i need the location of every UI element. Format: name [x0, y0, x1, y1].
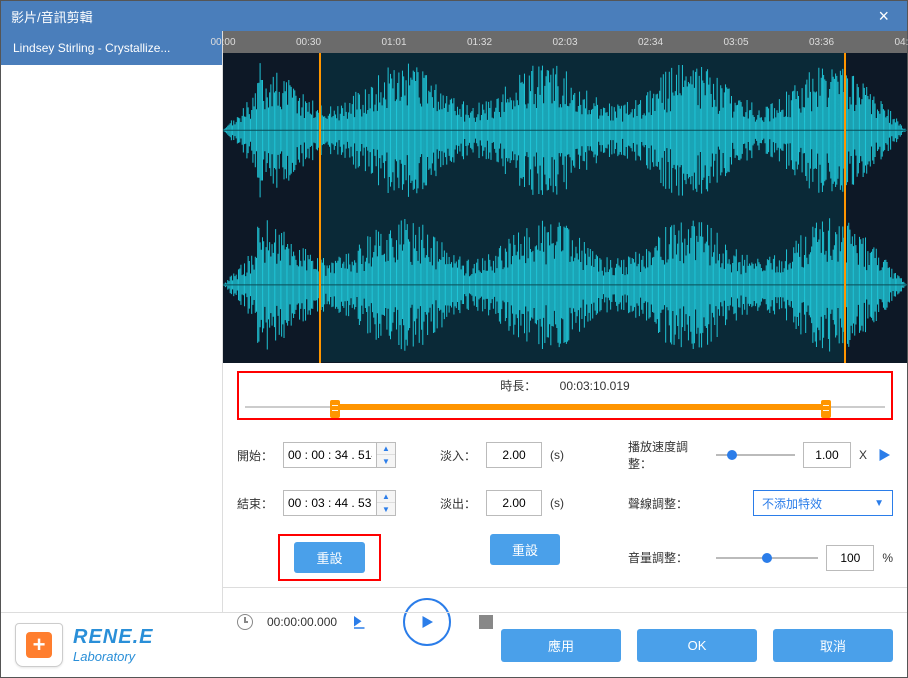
ruler-tick: 04:07: [894, 37, 908, 48]
start-time-spinner[interactable]: ▲▼: [283, 442, 396, 468]
start-time-input[interactable]: [284, 448, 376, 462]
apply-button[interactable]: 應用: [501, 629, 621, 662]
volume-label: 音量調整：: [628, 549, 708, 566]
titlebar: 影片/音訊剪輯 ×: [1, 1, 907, 31]
brand-logo: RENE.E Laboratory: [15, 623, 153, 667]
ruler-tick: 00:00: [210, 37, 235, 48]
chevron-down-icon: ▼: [874, 498, 884, 509]
speed-value-input[interactable]: [803, 442, 851, 468]
end-time-row: 結束： ▲▼: [237, 490, 422, 516]
logo-icon: [15, 623, 63, 667]
end-time-input[interactable]: [284, 496, 376, 510]
duration-label: 時長：: [500, 379, 536, 393]
volume-unit: %: [882, 551, 893, 565]
spin-down-icon[interactable]: ▼: [377, 455, 395, 467]
sound-effect-label: 聲線調整：: [628, 495, 708, 512]
end-label: 結束：: [237, 495, 275, 512]
duration-value: 00:03:10.019: [560, 379, 630, 393]
speed-unit: X: [859, 448, 867, 462]
sound-effect-select[interactable]: 不添加特效 ▼: [753, 490, 893, 516]
time-ruler: 00:0000:3001:0101:3202:0302:3403:0503:36…: [223, 31, 907, 53]
trim-reset-button[interactable]: 重設: [294, 542, 364, 573]
speed-slider-thumb[interactable]: [727, 450, 737, 460]
speed-preview-play-icon[interactable]: [875, 446, 893, 464]
ruler-tick: 01:32: [467, 37, 492, 48]
speed-label: 播放速度調整：: [628, 438, 708, 472]
ruler-tick: 03:05: [723, 37, 748, 48]
cancel-button[interactable]: 取消: [773, 629, 893, 662]
fade-out-unit: (s): [550, 496, 564, 510]
brand-sub: Laboratory: [73, 649, 153, 664]
fade-in-label: 淡入：: [440, 447, 478, 464]
spin-up-icon[interactable]: ▲: [377, 491, 395, 503]
ruler-tick: 02:34: [638, 37, 663, 48]
ruler-tick: 00:30: [296, 37, 321, 48]
timeline-area: 00:0000:3001:0101:3202:0302:3403:0503:36…: [223, 31, 907, 363]
waveform-display[interactable]: [223, 53, 907, 363]
close-icon[interactable]: ×: [870, 6, 897, 27]
fade-in-input[interactable]: [486, 442, 542, 468]
sound-effect-row: 聲線調整： 不添加特效 ▼: [628, 490, 893, 516]
sound-effect-value: 不添加特效: [762, 495, 822, 512]
volume-slider[interactable]: [716, 551, 818, 565]
range-handle-start[interactable]: [330, 400, 340, 418]
range-slider[interactable]: [245, 400, 885, 414]
volume-row: 音量調整： %: [628, 534, 893, 581]
selection-end-marker[interactable]: [844, 53, 846, 363]
trim-reset-area: 重設: [237, 534, 422, 581]
audio-editor-window: 影片/音訊剪輯 × Lindsey Stirling - Crystallize…: [0, 0, 908, 678]
window-title: 影片/音訊剪輯: [11, 7, 93, 26]
ruler-tick: 03:36: [809, 37, 834, 48]
fade-in-row: 淡入： (s): [440, 438, 610, 472]
volume-value-input[interactable]: [826, 545, 874, 571]
start-time-row: 開始： ▲▼: [237, 438, 422, 472]
speed-row: 播放速度調整： X: [628, 438, 893, 472]
fade-out-row: 淡出： (s): [440, 490, 610, 516]
controls-grid: 開始： ▲▼ 淡入： (s) 播放速度調整：: [223, 424, 907, 587]
fade-in-unit: (s): [550, 448, 564, 462]
main-panel: 00:0000:3001:0101:3202:0302:3403:0503:36…: [223, 31, 907, 612]
range-track-fill: [335, 404, 827, 410]
footer: RENE.E Laboratory 應用 OK 取消: [1, 612, 907, 677]
duration-row: 時長： 00:03:10.019: [245, 377, 885, 394]
brand-name: RENE.E: [73, 626, 153, 649]
spin-down-icon[interactable]: ▼: [377, 503, 395, 515]
range-handle-end[interactable]: [821, 400, 831, 418]
ruler-tick: 02:03: [552, 37, 577, 48]
selection-start-marker[interactable]: [319, 53, 321, 363]
ok-button[interactable]: OK: [637, 629, 757, 662]
file-sidebar: Lindsey Stirling - Crystallize...: [1, 31, 223, 612]
ruler-tick: 01:01: [381, 37, 406, 48]
fade-reset-area: 重設: [440, 534, 610, 581]
speed-slider[interactable]: [716, 448, 795, 462]
fade-out-input[interactable]: [486, 490, 542, 516]
fade-out-label: 淡出：: [440, 495, 478, 512]
clock-icon: [237, 614, 253, 630]
footer-buttons: 應用 OK 取消: [501, 629, 893, 662]
fade-reset-button[interactable]: 重設: [490, 534, 560, 565]
start-label: 開始：: [237, 447, 275, 464]
sidebar-item-track[interactable]: Lindsey Stirling - Crystallize...: [1, 31, 222, 65]
range-highlight: 時長： 00:03:10.019: [237, 371, 893, 420]
sidebar-item-label: Lindsey Stirling - Crystallize...: [13, 41, 170, 55]
body: Lindsey Stirling - Crystallize... 00:00 0…: [1, 31, 907, 612]
spin-up-icon[interactable]: ▲: [377, 443, 395, 455]
range-section: 時長： 00:03:10.019: [223, 363, 907, 424]
volume-slider-thumb[interactable]: [762, 553, 772, 563]
end-time-spinner[interactable]: ▲▼: [283, 490, 396, 516]
